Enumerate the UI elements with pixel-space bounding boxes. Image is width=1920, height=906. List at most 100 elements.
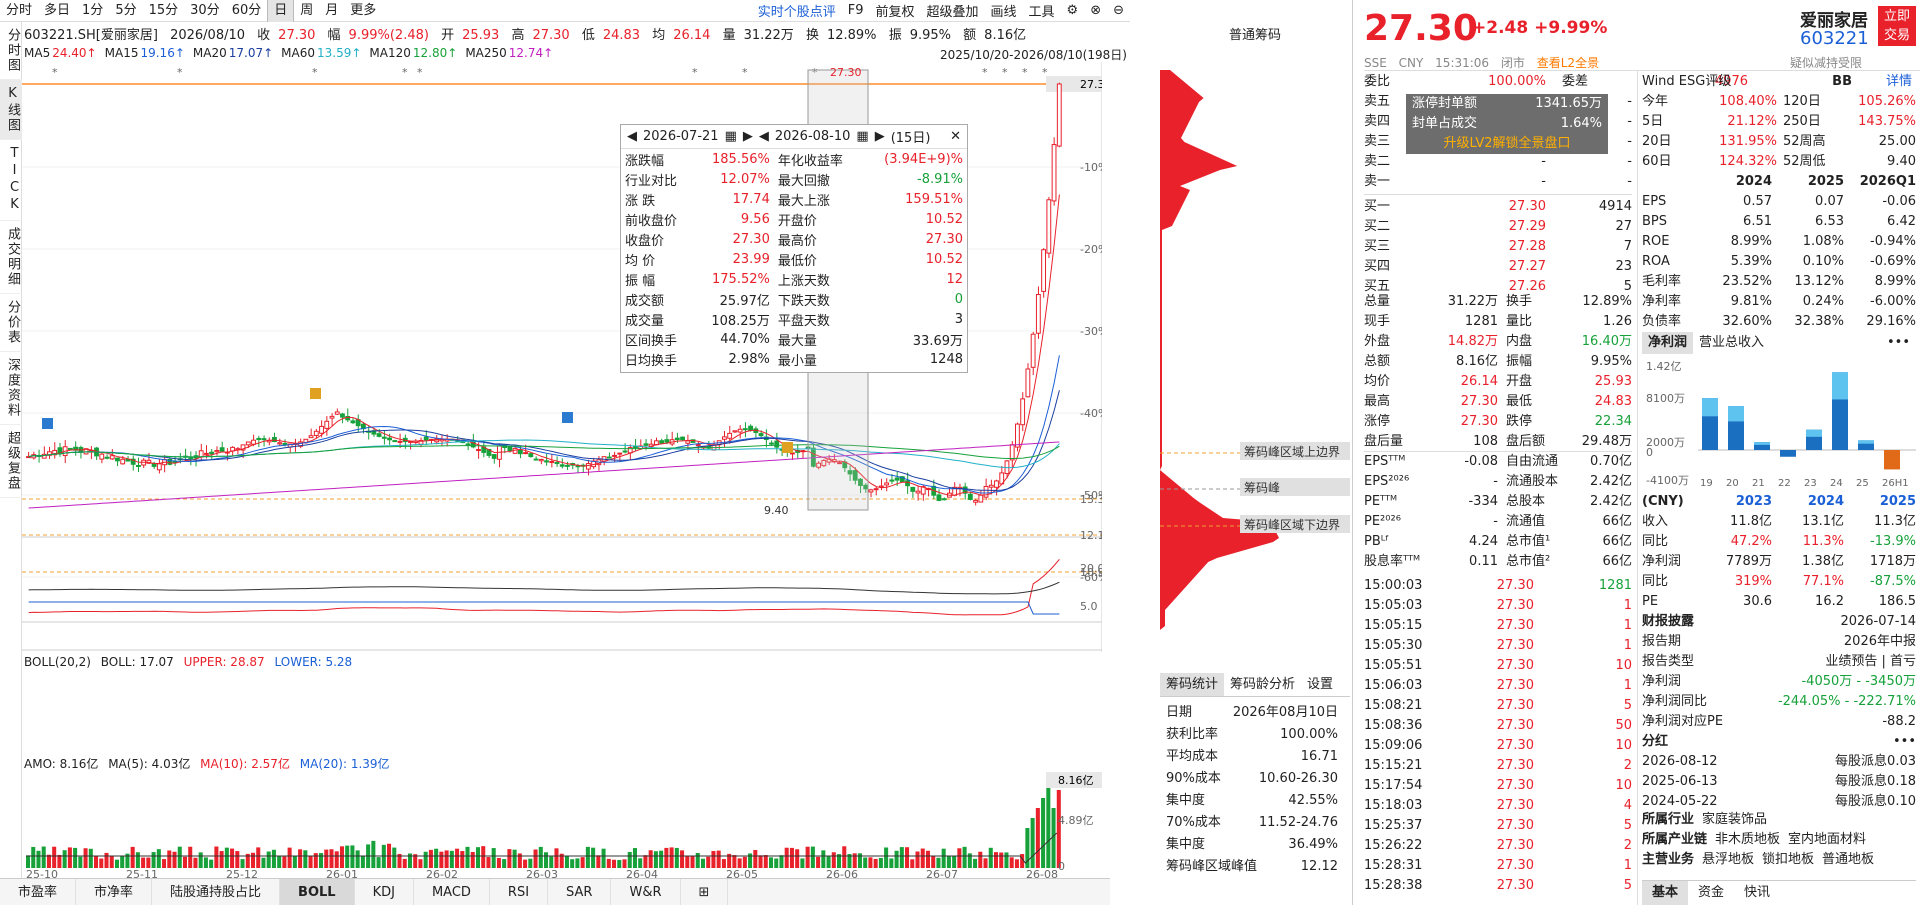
profit-bar bbox=[1884, 450, 1900, 470]
quote-value: 0.70亿 bbox=[1590, 454, 1632, 469]
tick-volume: 4 bbox=[1623, 798, 1632, 813]
ask-row[interactable]: 卖二 - - bbox=[1364, 152, 1632, 172]
calendar-icon[interactable]: ▦ bbox=[856, 129, 868, 144]
popup-start-date[interactable]: 2026-07-21 bbox=[643, 129, 719, 144]
tick-volume: 1 bbox=[1623, 598, 1632, 613]
right-tabs: 基本 资金 快讯 bbox=[1642, 880, 1916, 905]
industry-tag[interactable]: 普通地板 bbox=[1822, 850, 1874, 870]
industry-tag[interactable]: 悬浮地板 bbox=[1702, 850, 1754, 870]
popup-cell: 最高价 bbox=[777, 233, 817, 249]
tf-15min[interactable]: 15分 bbox=[143, 0, 185, 22]
tools-button[interactable]: 工具 bbox=[1023, 1, 1061, 20]
tf-more[interactable]: 更多 bbox=[344, 0, 382, 22]
tf-1min[interactable]: 1分 bbox=[76, 0, 109, 22]
vtab-tick[interactable]: TICK bbox=[0, 140, 22, 221]
industry-tag[interactable]: 室内地面材料 bbox=[1788, 830, 1866, 850]
dividend-date: 2026-08-12 bbox=[1642, 754, 1718, 769]
amo-bar bbox=[988, 847, 993, 868]
gear-icon[interactable]: ⚙ bbox=[1061, 3, 1085, 18]
amo-bar bbox=[496, 857, 501, 868]
tick-list[interactable]: 15:00:03 27.30 1281 15:05:03 27.30 1 15:05:15 2… bbox=[1364, 576, 1632, 896]
adjust-button[interactable]: 前复权 bbox=[869, 1, 920, 20]
quote-label: 总量 bbox=[1364, 294, 1391, 309]
bid-row[interactable]: 买一 27.30 4914 bbox=[1364, 197, 1632, 217]
popup-end-date[interactable]: 2026-08-10 bbox=[775, 129, 851, 144]
tab-wr[interactable]: W&R bbox=[611, 879, 681, 905]
chip-tab-settings[interactable]: 设置 bbox=[1301, 673, 1339, 696]
tf-30min[interactable]: 30分 bbox=[184, 0, 226, 22]
chip-tab-stats[interactable]: 筹码统计 bbox=[1160, 673, 1225, 696]
tab-news[interactable]: 快讯 bbox=[1734, 881, 1780, 905]
trade-now-button[interactable]: 立即交易 bbox=[1878, 6, 1916, 46]
tab-basic[interactable]: 基本 bbox=[1642, 881, 1689, 905]
overlay-button[interactable]: 超级叠加 bbox=[920, 1, 984, 20]
annual-value: 30.6 bbox=[1743, 594, 1772, 609]
tf-month[interactable]: 月 bbox=[319, 0, 344, 22]
tab-rsi[interactable]: RSI bbox=[490, 879, 549, 905]
change-pct: +9.99% bbox=[1534, 18, 1608, 38]
vtab-pricetable[interactable]: 分价表 bbox=[0, 294, 22, 352]
left-vertical-tabs: 分时图 K线图 TICK 成交明细 分价表 深度资料 超级复盘 bbox=[0, 22, 22, 882]
industry-tag[interactable]: 锁扣地板 bbox=[1762, 850, 1814, 870]
tab-kdj[interactable]: KDJ bbox=[355, 879, 414, 905]
amo-bar bbox=[57, 854, 62, 868]
bid-row[interactable]: 买二 27.29 27 bbox=[1364, 217, 1632, 237]
close-icon[interactable]: ⊗ bbox=[1084, 3, 1107, 18]
tf-60min[interactable]: 60分 bbox=[226, 0, 268, 22]
realtime-review-link[interactable]: 实时个股点评 bbox=[752, 1, 842, 20]
tab-pb[interactable]: 市净率 bbox=[76, 879, 153, 905]
collapse-icon[interactable]: ⊖ bbox=[1107, 3, 1130, 18]
vtab-kline[interactable]: K线图 bbox=[0, 80, 22, 140]
calendar-icon[interactable]: ▦ bbox=[725, 129, 737, 144]
event-marker: * bbox=[742, 66, 748, 79]
tab-sar[interactable]: SAR bbox=[548, 879, 612, 905]
vtab-replay[interactable]: 超级复盘 bbox=[0, 425, 22, 498]
l2-link[interactable]: 查看L2全景 bbox=[1537, 56, 1599, 70]
fin-year bbox=[1642, 172, 1704, 192]
vtab-fenshi[interactable]: 分时图 bbox=[0, 22, 22, 80]
draw-button[interactable]: 画线 bbox=[985, 1, 1023, 20]
more-icon[interactable]: ••• bbox=[1881, 332, 1916, 354]
next-start-icon[interactable]: ▶ bbox=[743, 129, 753, 144]
industry-tag[interactable]: 家庭装饰品 bbox=[1702, 810, 1767, 830]
tf-week[interactable]: 周 bbox=[294, 0, 319, 22]
industry-tag[interactable]: 非木质地板 bbox=[1715, 830, 1780, 850]
ask-row[interactable]: 卖一 - - bbox=[1364, 172, 1632, 192]
tab-net-profit[interactable]: 净利润 bbox=[1642, 332, 1694, 354]
add-indicator-icon[interactable]: ⊞ bbox=[681, 879, 729, 905]
upgrade-l2-link[interactable]: 升级LV2解锁全景盘口 bbox=[1406, 134, 1608, 154]
candle-body bbox=[376, 433, 382, 437]
event-marker: * bbox=[1022, 66, 1028, 79]
amo-bar bbox=[669, 847, 674, 868]
tf-day[interactable]: 日 bbox=[267, 0, 295, 22]
tf-5min[interactable]: 5分 bbox=[109, 0, 142, 22]
tab-pe[interactable]: 市盈率 bbox=[0, 879, 77, 905]
tick-row: 15:17:54 27.30 10 bbox=[1364, 776, 1632, 796]
wind-detail-link[interactable]: 详情 bbox=[1852, 72, 1912, 92]
f9-button[interactable]: F9 bbox=[842, 3, 870, 18]
amo-bar bbox=[135, 852, 140, 868]
tab-revenue[interactable]: 营业总收入 bbox=[1693, 332, 1770, 354]
last-price: 27.30 bbox=[1364, 8, 1478, 49]
bid-row[interactable]: 买三 27.28 7 bbox=[1364, 237, 1632, 257]
bid-row[interactable]: 买四 27.27 23 bbox=[1364, 257, 1632, 277]
tf-fenshi[interactable]: 分时 bbox=[0, 0, 38, 22]
more-icon[interactable]: ••• bbox=[1893, 732, 1916, 752]
tab-macd[interactable]: MACD bbox=[414, 879, 490, 905]
vtab-deals[interactable]: 成交明细 bbox=[0, 221, 22, 294]
tab-funds[interactable]: 资金 bbox=[1688, 881, 1734, 905]
candle-body bbox=[109, 455, 115, 460]
prev-end-icon[interactable]: ◀ bbox=[759, 129, 769, 144]
fin-value: -0.69% bbox=[1870, 254, 1916, 269]
popup-row: 成交量 108.25万 平盘天数 3 bbox=[621, 309, 967, 329]
candle-body bbox=[256, 437, 262, 440]
amo-bar bbox=[774, 858, 779, 868]
vtab-deep-info[interactable]: 深度资料 bbox=[0, 352, 22, 425]
tab-hk-connect[interactable]: 陆股通持股占比 bbox=[152, 879, 281, 905]
next-end-icon[interactable]: ▶ bbox=[875, 129, 885, 144]
chip-tab-age[interactable]: 筹码龄分析 bbox=[1224, 673, 1301, 696]
close-icon[interactable]: ✕ bbox=[950, 129, 961, 144]
prev-start-icon[interactable]: ◀ bbox=[627, 129, 637, 144]
tf-multiday[interactable]: 多日 bbox=[38, 0, 76, 22]
tab-boll[interactable]: BOLL bbox=[280, 879, 355, 905]
